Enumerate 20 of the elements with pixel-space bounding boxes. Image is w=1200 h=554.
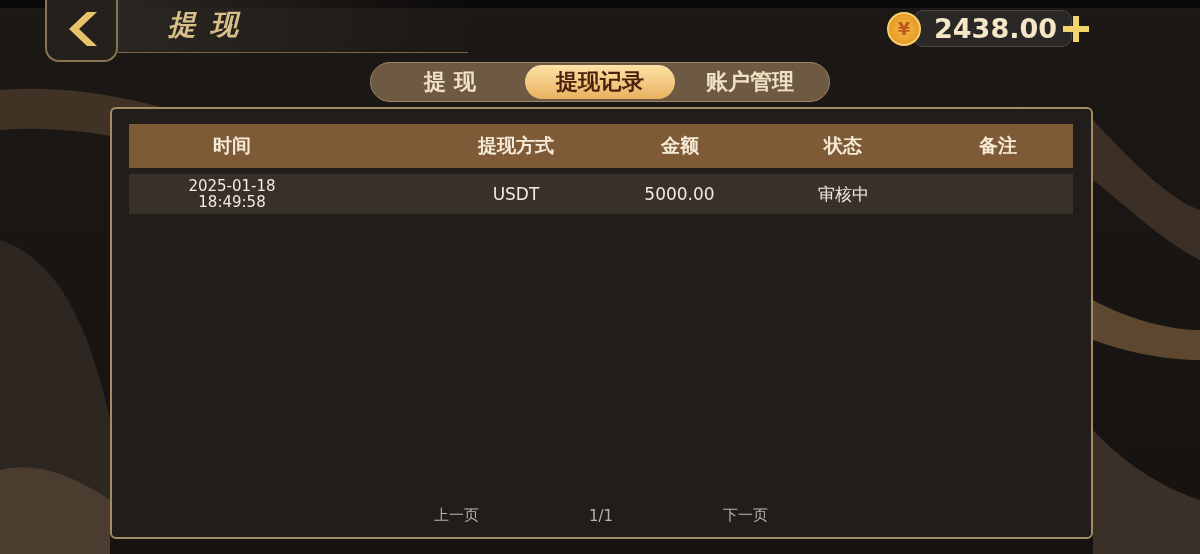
column-header: 提现方式 [476, 133, 555, 158]
next-page-link[interactable]: 下一页 [723, 506, 769, 525]
coin-icon: ¥ [887, 11, 921, 46]
table-cell: USDT [492, 184, 540, 204]
column-header: 金额 [659, 133, 700, 158]
column-header: 状态 [822, 133, 863, 158]
back-button[interactable] [45, 0, 118, 62]
balance-amount: 2438.00 [913, 10, 1072, 47]
tab[interactable]: 账户管理 [675, 65, 825, 99]
add-icon[interactable] [1062, 14, 1090, 43]
page-number: 1/1 [588, 506, 614, 525]
table-cell-text: 2025-01-18 18:49:58 [187, 177, 277, 211]
column-header: 备注 [978, 133, 1018, 158]
previous-page-link[interactable]: 上一页 [433, 506, 479, 525]
column-header: 时间 [212, 133, 252, 158]
table-cell: 审核中 [817, 184, 869, 204]
table-cell: 5000.00 [644, 184, 715, 204]
page-title: 提 现 [168, 7, 240, 43]
tab[interactable]: 提现记录 [525, 65, 675, 99]
tab[interactable]: 提 现 [375, 65, 525, 99]
